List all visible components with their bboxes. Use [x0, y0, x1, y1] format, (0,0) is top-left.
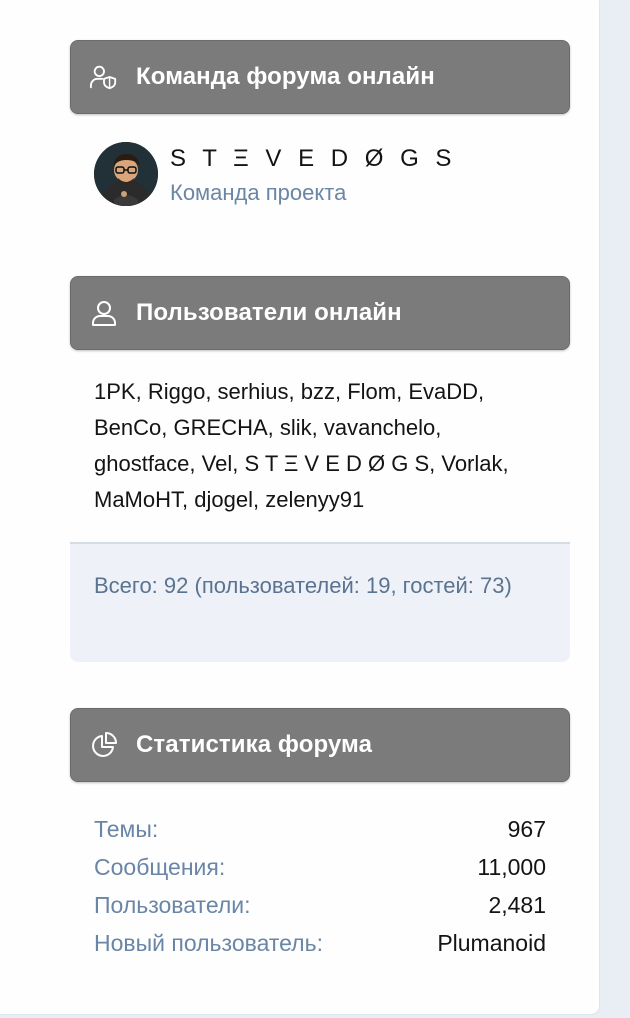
list-item[interactable]: Flom — [347, 379, 396, 404]
user-shield-icon — [90, 63, 118, 91]
stat-row-messages: Сообщения: 11,000 — [94, 848, 546, 886]
list-item[interactable]: EvaDD — [408, 379, 478, 404]
staff-online-title: Команда форума онлайн — [136, 63, 435, 90]
staff-member-name[interactable]: S T Ξ V E D Ø G S — [170, 144, 456, 174]
list-item[interactable]: bzz — [301, 379, 335, 404]
users-online-block: Пользователи онлайн 1PK, Riggo, serhius,… — [70, 276, 570, 662]
online-user-list: 1PK, Riggo, serhius, bzz, Flom, EvaDD, B… — [94, 379, 509, 512]
list-item[interactable]: djogel — [194, 487, 253, 512]
staff-online-block: Команда форума онлайн S T Ξ V E D Ø G S … — [70, 40, 570, 208]
avatar[interactable] — [94, 142, 158, 206]
stats-list: Темы: 967 Сообщения: 11,000 Пользователи… — [70, 810, 570, 962]
stat-label: Пользователи: — [94, 892, 251, 918]
list-item[interactable]: 1PK — [94, 379, 136, 404]
pie-chart-icon — [90, 731, 118, 759]
list-item[interactable]: Riggo — [148, 379, 205, 404]
staff-member: S T Ξ V E D Ø G S Команда проекта — [94, 142, 570, 208]
list-item[interactable]: slik — [280, 415, 312, 440]
staff-online-header: Команда форума онлайн — [70, 40, 570, 114]
stat-value: 967 — [507, 816, 546, 842]
stat-label: Темы: — [94, 816, 159, 842]
list-item[interactable]: MaMoHT — [94, 487, 182, 512]
list-item[interactable]: GRECHA — [174, 415, 268, 440]
list-item[interactable]: BenCo — [94, 415, 161, 440]
list-item[interactable]: vavanchelo — [324, 415, 435, 440]
forum-stats-block: Статистика форума Темы: 967 Сообщения: 1… — [70, 708, 570, 962]
online-total: Всего: 92 (пользователей: 19, гостей: 73… — [70, 542, 570, 662]
list-item[interactable]: Vorlak — [441, 451, 502, 476]
user-icon — [90, 299, 118, 327]
stat-label: Новый пользователь: — [94, 930, 323, 956]
users-online-title: Пользователи онлайн — [136, 299, 402, 326]
list-item[interactable]: Vel — [202, 451, 233, 476]
list-item[interactable]: zelenyy91 — [265, 487, 364, 512]
users-online-header: Пользователи онлайн — [70, 276, 570, 350]
sidebar-panel: Команда форума онлайн S T Ξ V E D Ø G S … — [0, 0, 599, 1014]
forum-stats-header: Статистика форума — [70, 708, 570, 782]
stat-row-newest-member: Новый пользователь: Plumanoid — [94, 924, 546, 962]
newest-member-link[interactable]: Plumanoid — [437, 924, 546, 962]
forum-stats-title: Статистика форума — [136, 731, 373, 758]
stat-row-members: Пользователи: 2,481 — [94, 886, 546, 924]
list-item[interactable]: ghostface — [94, 451, 189, 476]
stat-value: 2,481 — [488, 892, 546, 918]
stat-label: Сообщения: — [94, 854, 226, 880]
list-item[interactable]: S T Ξ V E D Ø G S — [244, 451, 429, 476]
stat-value: 11,000 — [477, 854, 546, 880]
list-item[interactable]: serhius — [218, 379, 289, 404]
staff-member-role: Команда проекта — [170, 180, 347, 205]
stat-row-threads: Темы: 967 — [94, 810, 546, 848]
